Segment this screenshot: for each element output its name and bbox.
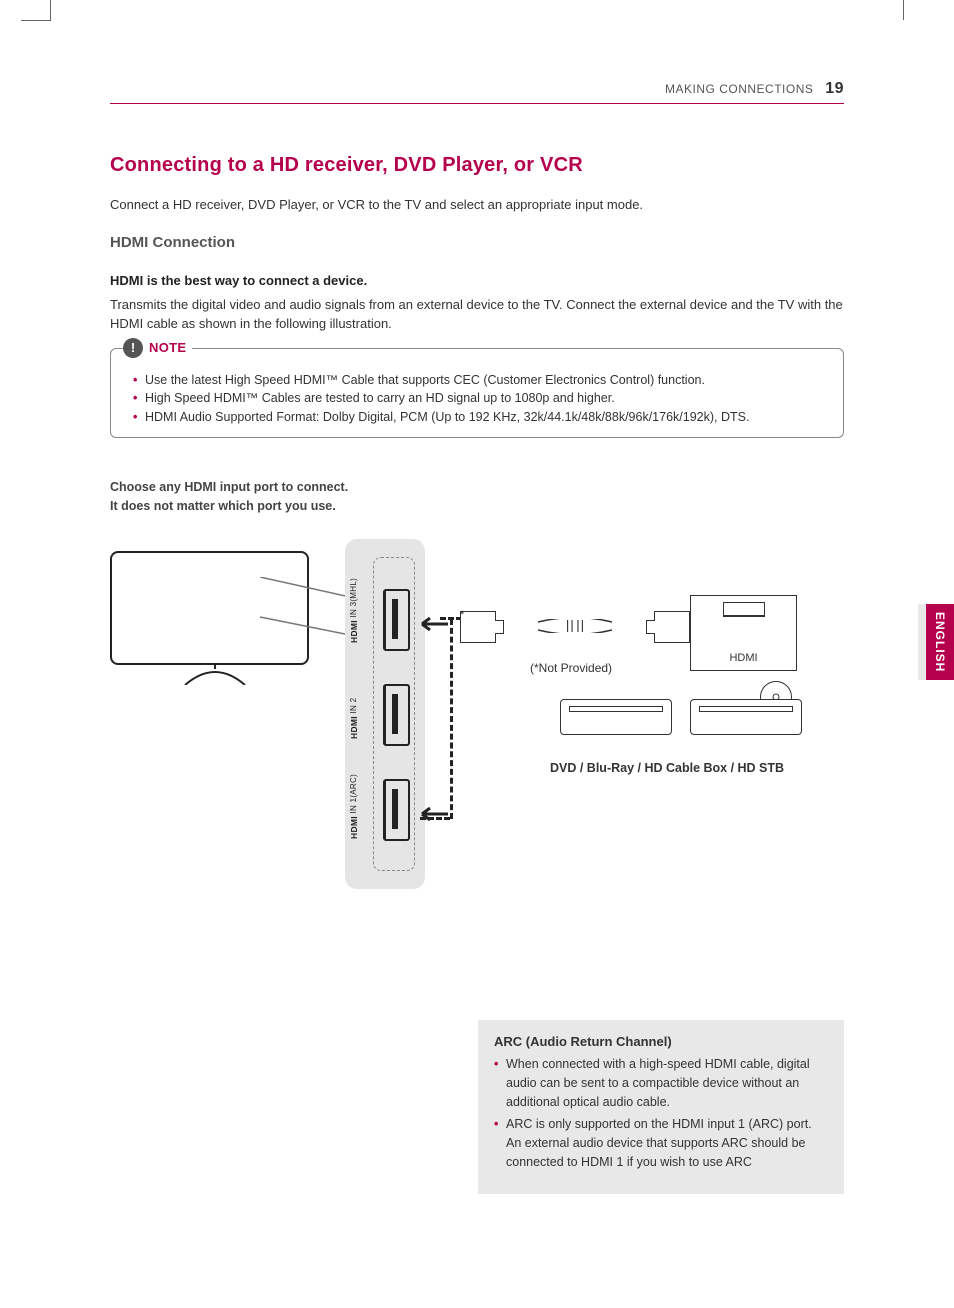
hdmi-port-panel: HDMI IN 3(MHL) HDMI IN 2 HDMI IN 1(ARC) <box>345 539 425 889</box>
page-content: MAKING CONNECTIONS 19 Connecting to a HD… <box>110 80 844 1029</box>
cable-asterisk: * <box>460 609 464 621</box>
hdmi-port-1 <box>383 779 411 839</box>
connection-diagram: HDMI IN 3(MHL) HDMI IN 2 HDMI IN 1(ARC) … <box>110 539 844 909</box>
bold-lead: HDMI is the best way to connect a device… <box>110 273 844 288</box>
callout-lines <box>260 577 350 657</box>
crop-mark-right <box>903 0 904 20</box>
arc-info-box: ARC (Audio Return Channel) When connecte… <box>478 1020 844 1194</box>
page-number: 19 <box>825 80 844 97</box>
note-item: HDMI Audio Supported Format: Dolby Digit… <box>133 408 829 427</box>
crop-mark-left <box>50 0 59 20</box>
choose-text: Choose any HDMI input port to connect. I… <box>110 478 844 516</box>
dashed-route <box>440 619 453 819</box>
note-box: ! NOTE Use the latest High Speed HDMI™ C… <box>110 348 844 438</box>
dashed-route <box>420 817 450 823</box>
subheading: HDMI Connection <box>110 234 844 251</box>
hdmi-port-2 <box>383 684 411 744</box>
port-label-3: HDMI IN 3(MHL) <box>349 571 359 643</box>
note-icon: ! <box>123 338 143 358</box>
hdmi-port-3 <box>383 589 411 649</box>
language-tab: ENGLISH <box>926 604 954 680</box>
bluray-player-icon <box>690 699 802 735</box>
language-tab-shadow <box>918 604 926 680</box>
dashed-route <box>440 617 462 623</box>
intro-text: Connect a HD receiver, DVD Player, or VC… <box>110 197 844 212</box>
devices-caption: DVD / Blu-Ray / HD Cable Box / HD STB <box>550 761 784 775</box>
choose-line-2: It does not matter which port you use. <box>110 499 336 513</box>
body-text: Transmits the digital video and audio si… <box>110 296 844 334</box>
hdmi-cable-icon <box>460 607 690 647</box>
section-name: MAKING CONNECTIONS <box>665 82 813 96</box>
arc-item: ARC is only supported on the HDMI input … <box>494 1115 828 1171</box>
page-title: Connecting to a HD receiver, DVD Player,… <box>110 154 844 177</box>
port-label-1: HDMI IN 1(ARC) <box>349 767 359 839</box>
external-device-port: HDMI <box>690 595 797 671</box>
note-item: Use the latest High Speed HDMI™ Cable th… <box>133 371 829 390</box>
running-header: MAKING CONNECTIONS 19 <box>110 80 844 104</box>
choose-line-1: Choose any HDMI input port to connect. <box>110 480 348 494</box>
device-port-label: HDMI <box>729 652 757 664</box>
note-label: NOTE <box>149 340 186 355</box>
arc-heading: ARC (Audio Return Channel) <box>494 1034 828 1049</box>
note-item: High Speed HDMI™ Cables are tested to ca… <box>133 389 829 408</box>
note-header: ! NOTE <box>123 338 192 358</box>
not-provided-label: (*Not Provided) <box>530 661 612 675</box>
port-label-2: HDMI IN 2 <box>349 681 359 739</box>
dvd-player-icon <box>560 699 672 735</box>
arc-item: When connected with a high-speed HDMI ca… <box>494 1055 828 1111</box>
